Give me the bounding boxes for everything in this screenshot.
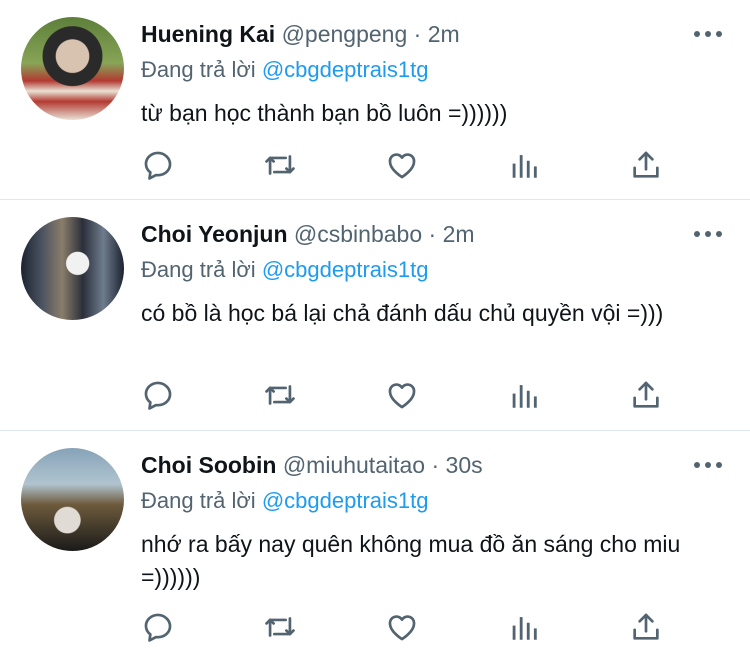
user-handle[interactable]: @csbinbabo: [294, 221, 422, 247]
separator-dot: ·: [431, 452, 440, 478]
stats-icon[interactable]: [507, 148, 541, 182]
timestamp[interactable]: 30s: [446, 452, 483, 478]
action-bar: [141, 610, 681, 644]
tweet-text: có bồ là học bá lại chả đánh dấu chủ quy…: [141, 300, 664, 326]
timestamp[interactable]: 2m: [428, 21, 460, 47]
reply-prefix: Đang trả lời: [141, 257, 256, 282]
tweet-text: nhớ ra bấy nay quên không mua đồ ăn sáng…: [141, 531, 681, 590]
action-bar: [141, 378, 681, 412]
like-icon[interactable]: [385, 378, 419, 412]
tweet[interactable]: Choi Yeonjun @csbinbabo · 2m Đang trả lờ…: [0, 200, 750, 431]
reply-context: Đang trả lời @cbgdeptrais1tg: [141, 488, 428, 514]
more-icon[interactable]: [694, 26, 722, 42]
tweet-header: Choi Soobin @miuhutaitao · 30s: [141, 452, 483, 479]
tweet-text: từ bạn học thành bạn bồ luôn =)))))): [141, 100, 508, 126]
reply-prefix: Đang trả lời: [141, 488, 256, 513]
retweet-icon[interactable]: [263, 148, 297, 182]
user-name[interactable]: Huening Kai: [141, 21, 275, 47]
tweet-header: Huening Kai @pengpeng · 2m: [141, 21, 460, 48]
user-name[interactable]: Choi Soobin: [141, 452, 276, 478]
more-icon[interactable]: [694, 457, 722, 473]
reply-to-link[interactable]: @cbgdeptrais1tg: [262, 488, 429, 513]
separator-dot: ·: [413, 21, 422, 47]
share-icon[interactable]: [629, 610, 663, 644]
separator-dot: ·: [428, 221, 437, 247]
like-icon[interactable]: [385, 148, 419, 182]
reply-to-link[interactable]: @cbgdeptrais1tg: [262, 57, 429, 82]
avatar[interactable]: [21, 217, 124, 320]
reply-context: Đang trả lời @cbgdeptrais1tg: [141, 57, 428, 83]
reply-context: Đang trả lời @cbgdeptrais1tg: [141, 257, 428, 283]
user-handle[interactable]: @miuhutaitao: [283, 452, 425, 478]
avatar[interactable]: [21, 17, 124, 120]
reply-prefix: Đang trả lời: [141, 57, 256, 82]
retweet-icon[interactable]: [263, 610, 297, 644]
tweet-header: Choi Yeonjun @csbinbabo · 2m: [141, 221, 475, 248]
reply-icon[interactable]: [141, 148, 175, 182]
tweet[interactable]: Huening Kai @pengpeng · 2m Đang trả lời …: [0, 0, 750, 200]
stats-icon[interactable]: [507, 378, 541, 412]
stats-icon[interactable]: [507, 610, 541, 644]
reply-to-link[interactable]: @cbgdeptrais1tg: [262, 257, 429, 282]
share-icon[interactable]: [629, 378, 663, 412]
action-bar: [141, 148, 681, 182]
more-icon[interactable]: [694, 226, 722, 242]
user-name[interactable]: Choi Yeonjun: [141, 221, 288, 247]
reply-icon[interactable]: [141, 610, 175, 644]
user-handle[interactable]: @pengpeng: [282, 21, 408, 47]
like-icon[interactable]: [385, 610, 419, 644]
reply-icon[interactable]: [141, 378, 175, 412]
tweet[interactable]: Choi Soobin @miuhutaitao · 30s Đang trả …: [0, 431, 750, 657]
avatar[interactable]: [21, 448, 124, 551]
retweet-icon[interactable]: [263, 378, 297, 412]
timestamp[interactable]: 2m: [443, 221, 475, 247]
share-icon[interactable]: [629, 148, 663, 182]
